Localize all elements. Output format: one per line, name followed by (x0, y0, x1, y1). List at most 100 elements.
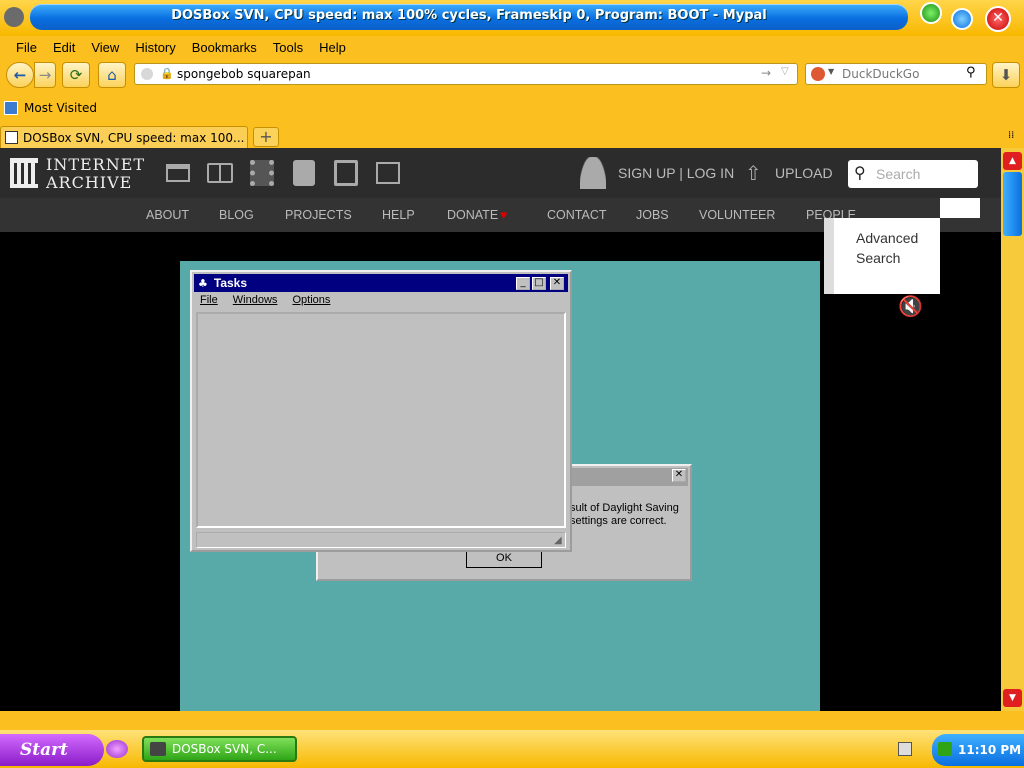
signup-login-link[interactable]: SIGN UP | LOG IN (618, 165, 734, 181)
reload-button[interactable]: ⟳ (62, 62, 90, 88)
app-icon (4, 7, 24, 27)
tab-dosbox[interactable]: DOSBox SVN, CPU speed: max 100... (0, 126, 248, 148)
new-tab-button[interactable]: + (253, 127, 279, 147)
tasks-menu-windows[interactable]: Windows (233, 294, 278, 306)
dialog-text-line2: settings are correct. (570, 515, 667, 527)
tab-label: DOSBox SVN, CPU speed: max 100... (23, 130, 245, 145)
nav-contact[interactable]: CONTACT (547, 208, 607, 222)
back-button[interactable]: ← (6, 62, 34, 88)
ia-logo-line2: ARCHIVE (46, 173, 133, 192)
tasks-menu-file[interactable]: File (200, 294, 218, 306)
upload-icon[interactable]: ⇧ (745, 161, 762, 185)
magnifier-icon[interactable]: ⚲ (966, 65, 976, 80)
clock-time: 11:10 PM (958, 743, 1022, 757)
tasks-close-button[interactable]: ✕ (550, 277, 564, 290)
back-arrow-icon: ← (13, 66, 27, 84)
taskbar-dosbox-item[interactable]: DOSBox SVN, C... (142, 736, 297, 762)
page-content: INTERNET ARCHIVE SIGN UP | LOG IN ⇧ UPLO… (0, 148, 1001, 711)
scroll-down-button[interactable]: ▼ (1003, 689, 1022, 707)
vertical-scrollbar[interactable]: ▲ ▼ (1001, 148, 1024, 711)
maximize-button[interactable] (951, 8, 973, 30)
search-placeholder: DuckDuckGo (842, 67, 920, 81)
web-icon[interactable] (166, 164, 190, 182)
software-icon[interactable] (334, 160, 358, 186)
audio-icon[interactable] (293, 160, 315, 186)
tab-favicon-icon (5, 131, 18, 144)
url-bar[interactable]: 🔒 spongebob squarepan → ▽ (134, 63, 798, 85)
forward-button[interactable]: → (34, 62, 56, 88)
tasks-status-bar (196, 532, 566, 548)
menu-bookmarks[interactable]: Bookmarks (184, 40, 265, 55)
video-icon[interactable] (250, 160, 274, 186)
advanced-search-line1: Advanced (856, 230, 919, 246)
menu-view[interactable]: View (83, 40, 127, 55)
nav-blog[interactable]: BLOG (219, 208, 254, 222)
images-icon[interactable] (376, 162, 400, 184)
minimize-button[interactable] (920, 2, 942, 24)
nav-donate[interactable]: DONATE (447, 208, 498, 222)
heart-icon: ♥ (500, 208, 508, 222)
ia-logo[interactable]: INTERNET ARCHIVE (8, 155, 148, 192)
nav-about[interactable]: ABOUT (146, 208, 189, 222)
system-clock[interactable]: 11:10 PM (932, 734, 1024, 766)
tasks-caption[interactable]: ♣ Tasks (194, 274, 568, 292)
scroll-thumb[interactable] (1003, 172, 1022, 236)
taskbar-item-label: DOSBox SVN, C... (172, 742, 277, 756)
menu-file[interactable]: File (8, 40, 45, 55)
search-icon: ⚲ (854, 163, 866, 182)
search-bar[interactable]: ▼ DuckDuckGo ⚲ (805, 63, 987, 85)
home-button[interactable]: ⌂ (98, 62, 126, 88)
close-button[interactable]: ✕ (985, 6, 1011, 32)
user-icon[interactable] (580, 157, 606, 189)
quicklaunch-icon[interactable] (106, 740, 128, 758)
tasks-window: ♣ Tasks _ □ ✕ File Windows Options ◢ (190, 270, 572, 552)
lock-icon: 🔒 (160, 67, 174, 80)
tray-icon[interactable] (898, 742, 912, 756)
navigation-toolbar: ← → ⟳ ⌂ 🔒 spongebob squarepan → ▽ ▼ Duck… (0, 58, 1024, 92)
tasks-maximize-button[interactable]: □ (532, 277, 546, 290)
tasks-list-area[interactable] (196, 312, 566, 528)
nav-jobs[interactable]: JOBS (636, 208, 669, 222)
tasks-menu-bar: File Windows Options (196, 294, 330, 306)
tab-strip: DOSBox SVN, CPU speed: max 100... + ⁞⁞ (0, 124, 1024, 148)
dropdown-icon[interactable]: ▽ (781, 66, 789, 77)
start-label: Start (20, 740, 68, 760)
site-identity-icon (141, 68, 153, 80)
nav-volunteer[interactable]: VOLUNTEER (699, 208, 775, 222)
menu-history[interactable]: History (127, 40, 183, 55)
window-title-bar[interactable]: DOSBox SVN, CPU speed: max 100% cycles, … (0, 0, 1024, 36)
advanced-search-popup[interactable]: Advanced Search (824, 218, 940, 294)
menu-help[interactable]: Help (311, 40, 354, 55)
dialog-close-button[interactable]: ✕ (672, 469, 686, 482)
bookmark-folder-icon (4, 101, 18, 115)
ia-temple-icon (10, 158, 38, 188)
ok-label: OK (496, 552, 512, 564)
nav-projects[interactable]: PROJECTS (285, 208, 352, 222)
tasks-minimize-button[interactable]: _ (516, 277, 530, 290)
tab-list-icon[interactable]: ⁞⁞ (1008, 130, 1014, 141)
ia-search-input[interactable]: ⚲ Search (848, 160, 978, 188)
menu-tools[interactable]: Tools (265, 40, 311, 55)
start-button[interactable]: Start (0, 734, 104, 766)
go-arrow-icon[interactable]: → (761, 66, 771, 80)
url-text[interactable]: spongebob squarepan (177, 67, 311, 81)
downloads-button[interactable]: ⬇ (992, 62, 1020, 88)
advanced-search-line2: Search (856, 250, 901, 266)
scroll-up-button[interactable]: ▲ (1003, 152, 1022, 170)
tray-network-icon (938, 742, 952, 756)
nav-help[interactable]: HELP (382, 208, 415, 222)
resize-grip-icon[interactable]: ◢ (554, 535, 562, 546)
duckduckgo-icon (811, 67, 825, 81)
tasks-menu-options[interactable]: Options (292, 294, 330, 306)
ia-logo-line1: INTERNET (46, 155, 146, 174)
taskbar-item-icon (150, 742, 166, 756)
most-visited-link[interactable]: Most Visited (24, 101, 97, 115)
engine-dropdown-icon[interactable]: ▼ (828, 67, 834, 76)
menu-edit[interactable]: Edit (45, 40, 83, 55)
menu-bar: File Edit View History Bookmarks Tools H… (0, 36, 1024, 58)
mute-icon[interactable]: 🔇 (898, 294, 923, 318)
upload-link[interactable]: UPLOAD (775, 165, 833, 181)
taskbar: Start DOSBox SVN, C... 11:10 PM (0, 730, 1024, 768)
bookmarks-toolbar: Most Visited (0, 97, 1024, 119)
texts-icon[interactable] (207, 163, 233, 183)
